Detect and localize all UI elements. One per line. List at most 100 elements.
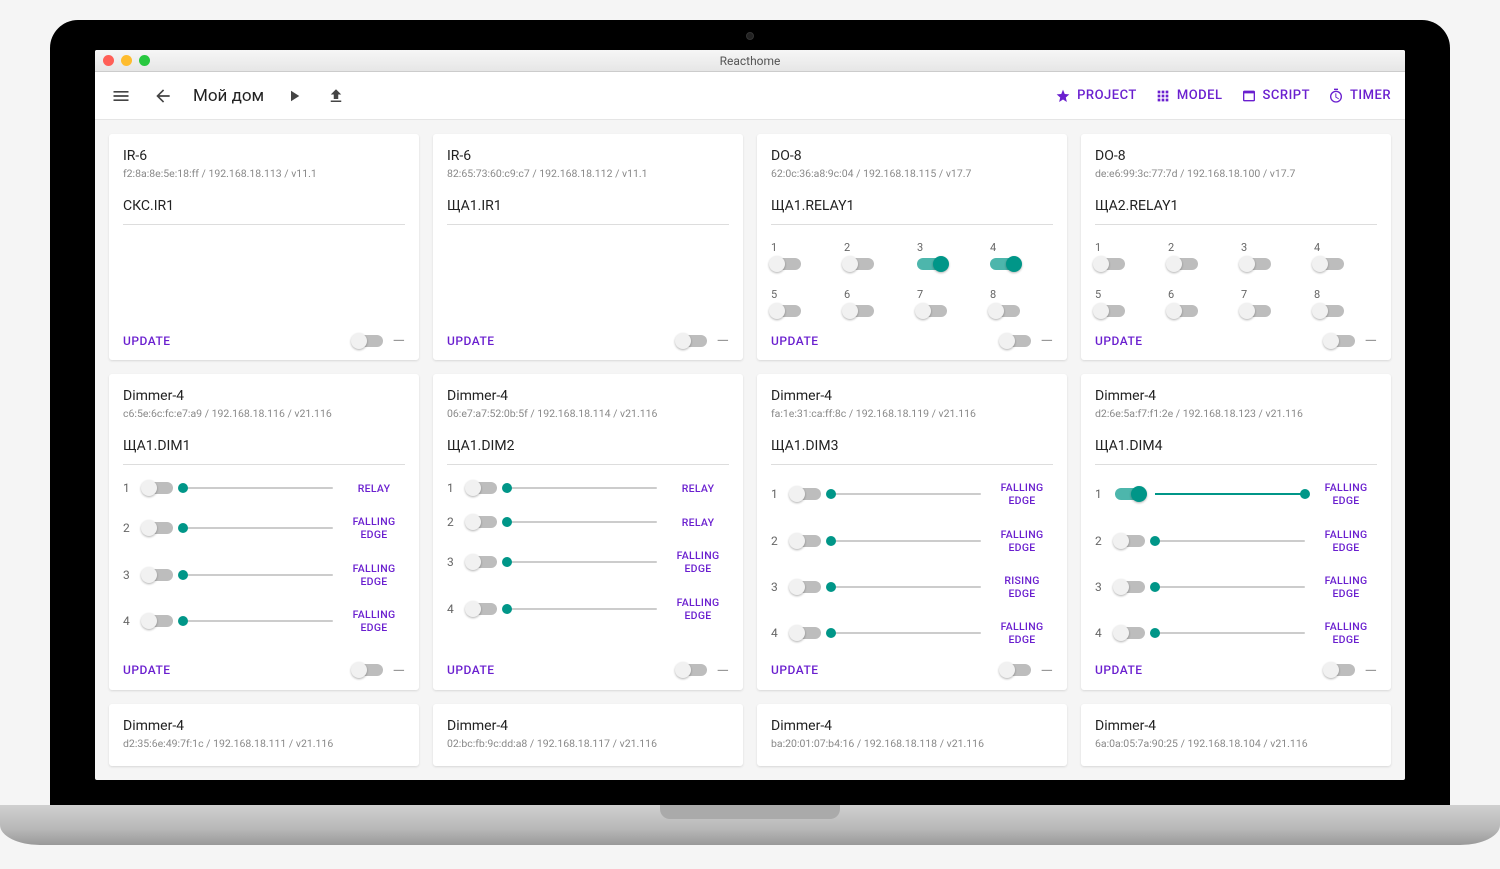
slider[interactable] [183,574,333,576]
slider[interactable] [507,608,657,610]
footer-toggle[interactable] [353,335,383,347]
card-footer: UPDATE — [123,319,405,350]
menu-icon[interactable] [109,84,133,108]
dimmer-toggle[interactable] [791,488,821,500]
dimmer-toggle[interactable] [1115,581,1145,593]
relay-toggle[interactable] [1241,258,1271,270]
tab-script[interactable]: SCRIPT [1241,88,1310,104]
update-button[interactable]: UPDATE [771,334,819,348]
channel-number: 1 [1095,241,1158,254]
mode-button[interactable]: FALLING EDGE [991,528,1053,554]
slider[interactable] [507,561,657,563]
remove-icon[interactable]: — [717,331,730,350]
relay-toggle[interactable] [771,258,801,270]
update-button[interactable]: UPDATE [123,334,171,348]
dimmer-channel: 1 RELAY [123,481,405,495]
footer-toggle[interactable] [1001,664,1031,676]
mode-button[interactable]: RELAY [667,482,729,495]
relay-toggle[interactable] [844,258,874,270]
slider[interactable] [507,487,657,489]
remove-icon[interactable]: — [1041,331,1054,350]
dimmer-toggle[interactable] [467,556,497,568]
footer-toggle[interactable] [677,335,707,347]
dimmer-toggle[interactable] [143,482,173,494]
dimmer-toggle[interactable] [791,581,821,593]
update-button[interactable]: UPDATE [447,663,495,677]
slider[interactable] [183,487,333,489]
relay-channel: 3 [917,241,980,270]
slider[interactable] [183,527,333,529]
upload-icon[interactable] [324,84,348,108]
dimmer-toggle[interactable] [467,603,497,615]
update-button[interactable]: UPDATE [123,663,171,677]
remove-icon[interactable]: — [393,661,406,680]
mode-button[interactable]: FALLING EDGE [1315,620,1377,646]
relay-toggle[interactable] [1314,305,1344,317]
dimmer-toggle[interactable] [143,615,173,627]
mode-button[interactable]: RELAY [667,516,729,529]
relay-toggle[interactable] [1241,305,1271,317]
relay-toggle[interactable] [917,258,947,270]
update-button[interactable]: UPDATE [447,334,495,348]
slider[interactable] [507,521,657,523]
remove-icon[interactable]: — [1365,331,1378,350]
relay-toggle[interactable] [1168,258,1198,270]
dimmer-toggle[interactable] [1115,535,1145,547]
relay-toggle[interactable] [844,305,874,317]
remove-icon[interactable]: — [393,331,406,350]
slider[interactable] [831,632,981,634]
footer-toggle[interactable] [1325,664,1355,676]
mode-button[interactable]: FALLING EDGE [343,608,405,634]
relay-toggle[interactable] [1168,305,1198,317]
mode-button[interactable]: FALLING EDGE [1315,528,1377,554]
mode-button[interactable]: FALLING EDGE [1315,574,1377,600]
mode-button[interactable]: FALLING EDGE [343,562,405,588]
relay-toggle[interactable] [990,258,1020,270]
slider[interactable] [831,540,981,542]
dimmer-toggle[interactable] [143,522,173,534]
slider[interactable] [1155,632,1305,634]
relay-toggle[interactable] [1095,258,1125,270]
dimmer-toggle[interactable] [791,627,821,639]
relay-toggle[interactable] [1095,305,1125,317]
slider[interactable] [1155,493,1305,495]
dimmer-toggle[interactable] [791,535,821,547]
update-button[interactable]: UPDATE [1095,334,1143,348]
slider[interactable] [831,493,981,495]
remove-icon[interactable]: — [1041,661,1054,680]
dimmer-toggle[interactable] [1115,488,1145,500]
slider[interactable] [1155,540,1305,542]
mode-button[interactable]: FALLING EDGE [343,515,405,541]
footer-toggle[interactable] [1001,335,1031,347]
tab-project[interactable]: PROJECT [1055,88,1137,104]
slider[interactable] [831,586,981,588]
relay-toggle[interactable] [771,305,801,317]
footer-toggle[interactable] [677,664,707,676]
mode-button[interactable]: RISING EDGE [991,574,1053,600]
dimmer-toggle[interactable] [467,482,497,494]
dimmer-toggle[interactable] [143,569,173,581]
play-icon[interactable] [282,84,306,108]
mode-button[interactable]: FALLING EDGE [667,596,729,622]
mode-button[interactable]: FALLING EDGE [991,620,1053,646]
relay-toggle[interactable] [990,305,1020,317]
mode-button[interactable]: FALLING EDGE [991,481,1053,507]
relay-toggle[interactable] [917,305,947,317]
footer-toggle[interactable] [353,664,383,676]
slider[interactable] [1155,586,1305,588]
mode-button[interactable]: RELAY [343,482,405,495]
dimmer-toggle[interactable] [467,516,497,528]
dimmer-toggle[interactable] [1115,627,1145,639]
remove-icon[interactable]: — [717,661,730,680]
update-button[interactable]: UPDATE [771,663,819,677]
slider[interactable] [183,620,333,622]
tab-timer[interactable]: TIMER [1328,88,1391,104]
tab-model[interactable]: MODEL [1155,88,1223,104]
back-icon[interactable] [151,84,175,108]
mode-button[interactable]: FALLING EDGE [667,549,729,575]
mode-button[interactable]: FALLING EDGE [1315,481,1377,507]
footer-toggle[interactable] [1325,335,1355,347]
relay-toggle[interactable] [1314,258,1344,270]
update-button[interactable]: UPDATE [1095,663,1143,677]
remove-icon[interactable]: — [1365,661,1378,680]
